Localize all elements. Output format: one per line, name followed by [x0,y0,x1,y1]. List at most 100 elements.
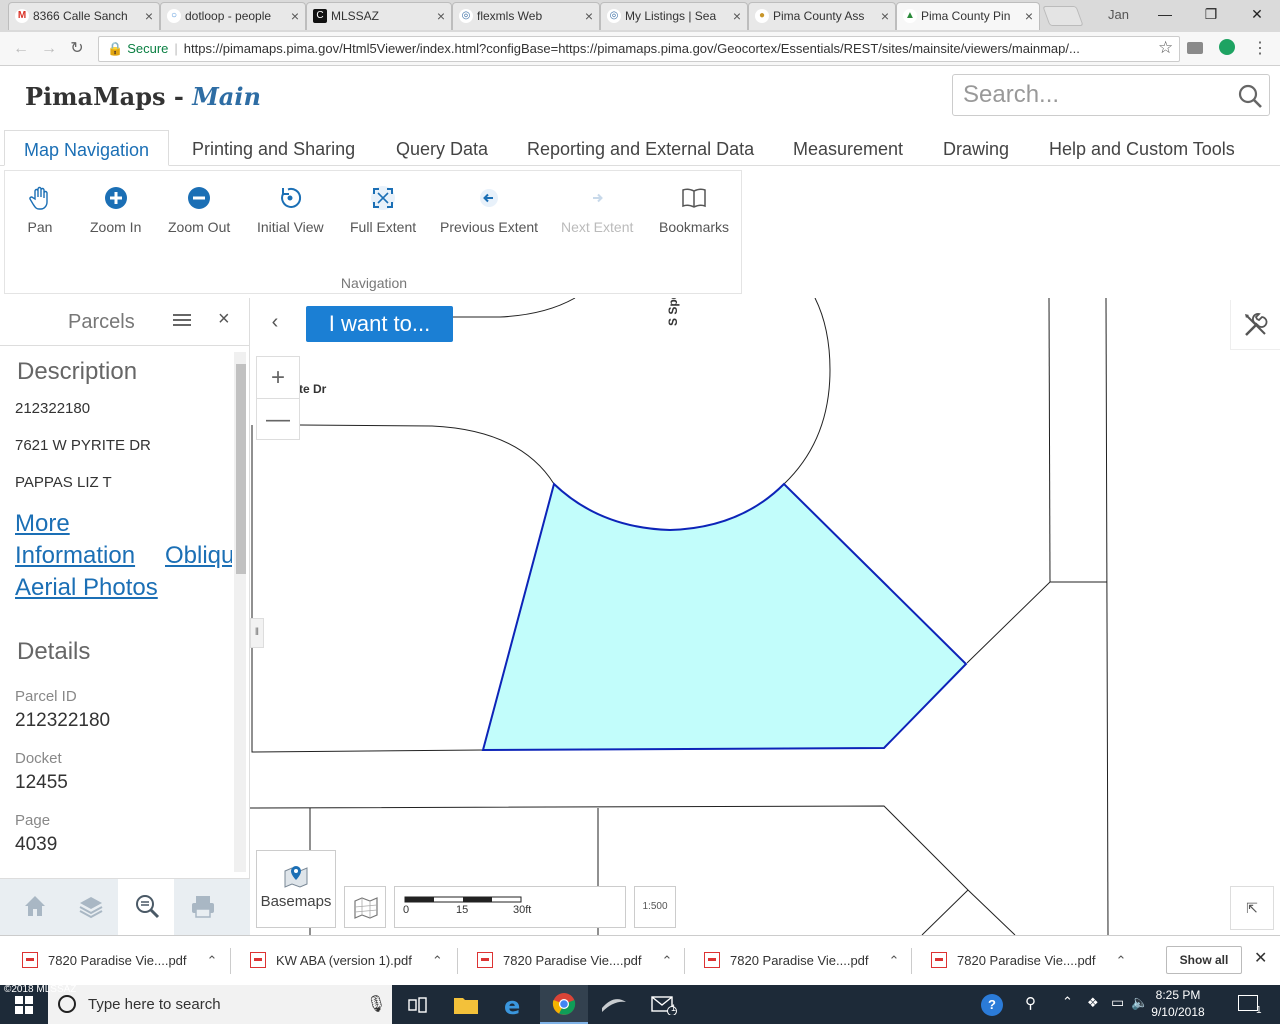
download-item[interactable]: 7820 Paradise Vie....pdf ⌃ [931,936,1126,986]
more-information-link-line2[interactable]: Information [15,542,135,570]
chevron-up-icon[interactable]: ⌃ [1062,994,1073,1010]
scale-input[interactable]: 1:500 [634,886,676,928]
zoom-in-button[interactable]: + [257,357,299,399]
list-menu-icon[interactable] [173,313,191,329]
browser-tab-dotloop[interactable]: ○ dotloop - people × [160,2,306,30]
tab-printing-and-sharing[interactable]: Printing and Sharing [173,130,374,166]
extension-icon[interactable] [1219,39,1235,55]
mail-button[interactable]: 1 [640,985,688,1024]
app-button[interactable] [590,985,638,1024]
pan-button[interactable]: Pan [27,185,53,235]
close-tab-icon[interactable]: × [881,3,889,29]
browser-tab-my-listings[interactable]: ◎ My Listings | Sea × [600,2,748,30]
action-center-icon[interactable] [1238,995,1258,1011]
zoom-in-button[interactable]: Zoom In [90,185,141,235]
new-tab-button[interactable] [1042,6,1084,26]
people-icon[interactable]: ⚲ [1025,994,1036,1012]
collapse-panel-button[interactable]: ‹ [250,298,300,348]
close-window-icon[interactable]: ✕ [1234,0,1280,30]
profile-name[interactable]: Jan [1108,7,1129,22]
search-input[interactable]: Search... [952,74,1270,116]
zoom-out-button[interactable]: Zoom Out [168,185,230,235]
tools-button[interactable] [1230,300,1280,350]
tab-help-and-custom-tools[interactable]: Help and Custom Tools [1030,130,1254,166]
zoom-out-button[interactable]: — [257,399,299,441]
tab-drawing[interactable]: Drawing [924,130,1028,166]
more-information-link-line1[interactable]: More [15,510,70,538]
close-tab-icon[interactable]: × [585,3,593,29]
full-extent-button[interactable]: Full Extent [350,185,416,235]
chevron-up-icon[interactable]: ⌃ [1116,953,1127,968]
panel-splitter-handle[interactable]: ‖ [250,618,264,648]
close-tab-icon[interactable]: × [145,3,153,29]
layers-button[interactable] [62,879,118,936]
browser-tab-flexmls[interactable]: ◎ flexmls Web × [452,2,600,30]
chevron-up-icon[interactable]: ⌃ [207,953,218,968]
chrome-menu-icon[interactable]: ⋮ [1252,38,1268,58]
close-tab-icon[interactable]: × [291,3,299,29]
tab-reporting-and-external-data[interactable]: Reporting and External Data [508,130,773,166]
reload-icon[interactable]: ↻ [66,38,88,60]
taskbar-search-input[interactable]: Type here to search 🎙 [48,985,392,1024]
close-icon[interactable]: × [218,308,230,331]
ribbon-tabs: Map Navigation Printing and Sharing Quer… [0,130,1280,166]
show-all-button[interactable]: Show all [1166,946,1242,974]
close-icon[interactable]: ✕ [1254,948,1267,968]
scrollbar-thumb[interactable] [236,364,246,574]
map-view[interactable]: te Dr S Spe ‹ I want to... + — ‖ Basemap… [250,298,1280,935]
download-item[interactable]: 7820 Paradise Vie....pdf ⌃ [477,936,672,986]
bookmarks-button[interactable]: Bookmarks [659,185,729,235]
cortana-icon [58,995,76,1013]
selected-parcel[interactable] [481,482,968,752]
basemaps-button[interactable]: Basemaps [256,850,336,928]
chevron-up-icon[interactable]: ⌃ [432,953,443,968]
address-bar[interactable]: 🔒 Secure | https://pimamaps.pima.gov/Html5V… [98,36,1180,62]
chrome-button[interactable] [540,985,588,1024]
chevron-up-icon[interactable]: ⌃ [662,953,673,968]
tab-map-navigation[interactable]: Map Navigation [4,130,170,166]
tab-measurement[interactable]: Measurement [774,130,922,166]
close-tab-icon[interactable]: × [437,3,445,29]
browser-tab-pima-maps[interactable]: ▲ Pima County Pin × [896,2,1040,30]
download-item[interactable]: KW ABA (version 1).pdf ⌃ [250,936,443,986]
system-clock[interactable]: 8:25 PM 9/10/2018 [1138,987,1218,1021]
help-icon[interactable]: ? [981,994,1003,1016]
close-tab-icon[interactable]: × [1025,3,1033,29]
microphone-icon[interactable]: 🎙 [366,985,386,1024]
tool-label: Zoom Out [168,219,231,235]
file-explorer-button[interactable] [442,985,490,1024]
restore-icon[interactable]: ❐ [1188,0,1234,30]
close-tab-icon[interactable]: × [733,3,741,29]
extension-icon[interactable] [1187,42,1203,54]
previous-extent-button[interactable]: Previous Extent [440,185,538,235]
forward-arrow-icon[interactable]: → [38,38,60,60]
task-view-button[interactable] [394,985,442,1024]
next-extent-button[interactable]: Next Extent [561,185,633,235]
oblique-aerial-link-line2[interactable]: Aerial Photos [15,574,158,602]
browser-tab-pima-assessor[interactable]: ● Pima County Ass × [748,2,896,30]
browser-tab-gmail[interactable]: M 8366 Calle Sanch × [8,2,160,30]
download-item[interactable]: 7820 Paradise Vie....pdf ⌃ [704,936,899,986]
divider [911,948,912,974]
tab-query-data[interactable]: Query Data [377,130,507,166]
star-icon[interactable]: ☆ [1158,38,1173,58]
expand-corner-button[interactable]: ⇱ [1230,886,1274,930]
parcel-map[interactable] [250,298,1280,935]
search-icon[interactable] [1237,83,1263,109]
chevron-up-icon[interactable]: ⌃ [889,953,900,968]
i-want-to-button[interactable]: I want to... [306,306,453,342]
panel-scrollbar[interactable] [234,352,246,872]
dropbox-icon[interactable]: ❖ [1087,995,1099,1011]
minimize-icon[interactable]: — [1142,0,1188,30]
edge-button[interactable]: e [490,985,538,1024]
back-arrow-icon[interactable]: ← [10,38,32,60]
browser-tab-mlssaz[interactable]: C MLSSAZ × [306,2,452,30]
oblique-aerial-link-line1[interactable]: Obliqu [165,542,232,570]
initial-view-button[interactable]: Initial View [257,185,324,235]
overview-map-button[interactable] [344,886,386,928]
home-button[interactable] [6,879,62,936]
print-button[interactable] [174,879,230,936]
results-button[interactable] [118,879,174,936]
download-item[interactable]: 7820 Paradise Vie....pdf ⌃ [22,936,217,986]
network-icon[interactable]: ▭ [1111,994,1124,1011]
